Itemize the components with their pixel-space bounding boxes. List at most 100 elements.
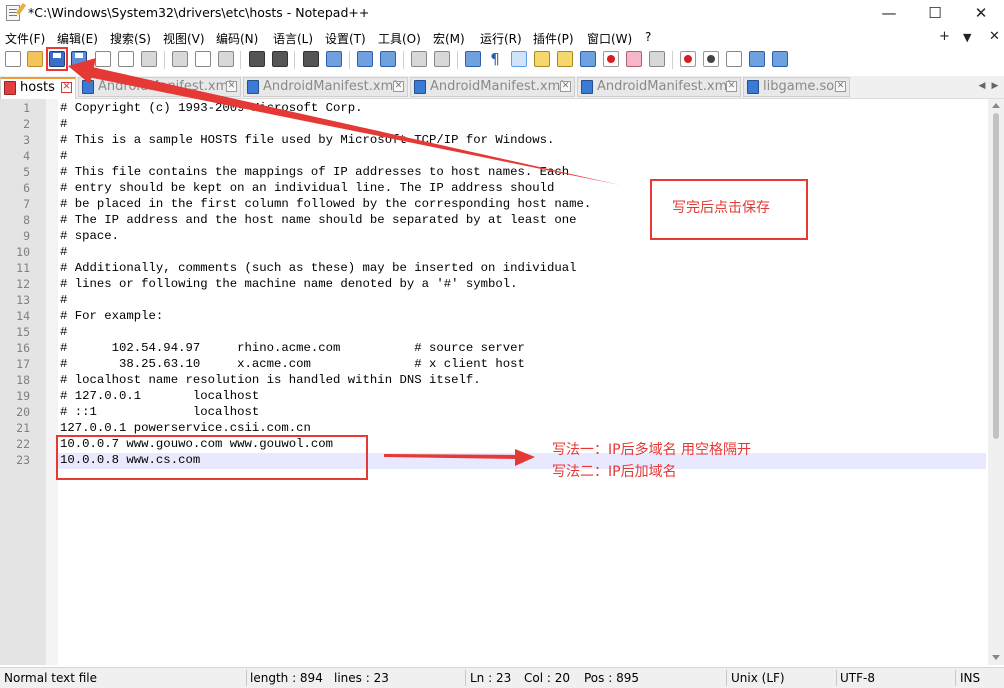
status-eol[interactable]: Unix (LF)	[731, 671, 785, 685]
record-macro-icon[interactable]	[680, 51, 696, 67]
minimize-button[interactable]: —	[866, 0, 912, 27]
user-language-icon[interactable]	[534, 51, 550, 67]
menu-help[interactable]: ?	[645, 30, 651, 44]
sync-vertical-icon[interactable]	[411, 51, 427, 67]
cut-icon[interactable]	[172, 51, 188, 67]
tab-close-icon[interactable]: ✕	[726, 81, 737, 92]
folder-workspace-icon[interactable]	[603, 51, 619, 67]
code-line[interactable]: # ::1 localhost	[60, 405, 259, 419]
play-macro-icon[interactable]	[726, 51, 742, 67]
code-line[interactable]: # be placed in the first column followed…	[60, 197, 591, 211]
fold-margin[interactable]	[46, 99, 58, 665]
status-encoding[interactable]: UTF-8	[840, 671, 875, 685]
replace-icon[interactable]	[326, 51, 342, 67]
menu-edit[interactable]: 编辑(E)	[57, 30, 98, 47]
code-line[interactable]: #	[60, 117, 67, 131]
paste-icon[interactable]	[218, 51, 234, 67]
menu-settings[interactable]: 设置(T)	[325, 30, 366, 47]
tab-hosts[interactable]: hosts ✕	[0, 77, 76, 99]
code-line[interactable]: #	[60, 149, 67, 163]
undo-icon[interactable]	[249, 51, 265, 67]
word-wrap-icon[interactable]	[465, 51, 481, 67]
code-line[interactable]: # Additionally, comments (such as these)…	[60, 261, 577, 275]
redo-icon[interactable]	[272, 51, 288, 67]
stop-record-icon[interactable]	[703, 51, 719, 67]
zoom-in-icon[interactable]	[357, 51, 373, 67]
tab-androidmanifest-3[interactable]: AndroidManifest.xml ✕	[410, 77, 575, 97]
code-line[interactable]: #	[60, 325, 67, 339]
menu-view[interactable]: 视图(V)	[163, 30, 205, 47]
editor-area[interactable]: 1 2 3 4 5 6 7 8 9 10 11 12 13 14 15 16 17 18 19 20 21 22 23 # …	[0, 99, 1004, 665]
indent-guide-icon[interactable]	[511, 51, 527, 67]
menu-plugins[interactable]: 插件(P)	[533, 30, 574, 47]
show-all-chars-icon[interactable]: ¶	[487, 51, 503, 67]
tab-libgame[interactable]: libgame.so ✕	[743, 77, 850, 97]
menu-macro[interactable]: 宏(M)	[433, 30, 465, 47]
save-macro-icon[interactable]	[772, 51, 788, 67]
status-position: Pos : 895	[584, 671, 639, 685]
new-file-icon[interactable]	[5, 51, 21, 67]
tab-close-icon[interactable]: ✕	[393, 81, 404, 92]
line-number: 18	[16, 373, 30, 387]
add-tab-button[interactable]: +	[939, 29, 950, 44]
tab-androidmanifest-1[interactable]: AndroidManifest.xml ✕	[78, 77, 241, 97]
code-line[interactable]: #	[60, 293, 67, 307]
menu-window[interactable]: 窗口(W)	[587, 30, 632, 47]
code-line[interactable]: # space.	[60, 229, 119, 243]
code-line[interactable]: # localhost name resolution is handled w…	[60, 373, 481, 387]
status-divider	[955, 670, 956, 686]
code-line[interactable]: # This file contains the mappings of IP …	[60, 165, 569, 179]
menu-search[interactable]: 搜索(S)	[110, 30, 151, 47]
run-macro-multiple-icon[interactable]	[749, 51, 765, 67]
code-line[interactable]: # The IP address and the host name shoul…	[60, 213, 577, 227]
close-document-button[interactable]: ✕	[989, 29, 1000, 44]
code-line[interactable]: # entry should be kept on an individual …	[60, 181, 554, 195]
save-all-icon[interactable]	[71, 51, 87, 67]
scroll-up-icon[interactable]	[992, 103, 1000, 108]
sync-horizontal-icon[interactable]	[434, 51, 450, 67]
scrollbar-thumb[interactable]	[993, 113, 999, 439]
code-line[interactable]: # 38.25.63.10 x.acme.com # x client host	[60, 357, 525, 371]
print-icon[interactable]	[141, 51, 157, 67]
status-insert-mode[interactable]: INS	[960, 671, 980, 685]
open-file-icon[interactable]	[27, 51, 43, 67]
close-all-icon[interactable]	[118, 51, 134, 67]
line-number: 3	[23, 133, 30, 147]
close-window-button[interactable]: ✕	[958, 0, 1004, 27]
doc-switcher-icon[interactable]	[626, 51, 642, 67]
code-line[interactable]: # lines or following the machine name de…	[60, 277, 518, 291]
code-line[interactable]: # This is a sample HOSTS file used by Mi…	[60, 133, 554, 147]
menu-encoding[interactable]: 编码(N)	[216, 30, 258, 47]
doc-map-icon[interactable]	[557, 51, 573, 67]
code-line[interactable]: #	[60, 245, 67, 259]
scroll-down-icon[interactable]	[992, 655, 1000, 660]
vertical-scrollbar[interactable]	[988, 99, 1004, 665]
maximize-button[interactable]: ☐	[912, 0, 958, 27]
menu-tools[interactable]: 工具(O)	[378, 30, 421, 47]
tab-close-icon[interactable]: ✕	[226, 81, 237, 92]
tab-androidmanifest-2[interactable]: AndroidManifest.xml ✕	[243, 77, 408, 97]
status-divider	[726, 670, 727, 686]
tab-close-icon[interactable]: ✕	[560, 81, 571, 92]
tab-list-dropdown[interactable]: ▼	[963, 31, 971, 44]
code-line[interactable]: 127.0.0.1 powerservice.csii.com.cn	[60, 421, 311, 435]
tab-androidmanifest-4[interactable]: AndroidManifest.xml ✕	[577, 77, 741, 97]
close-icon[interactable]	[95, 51, 111, 67]
copy-icon[interactable]	[195, 51, 211, 67]
code-line[interactable]: # For example:	[60, 309, 163, 323]
zoom-out-icon[interactable]	[380, 51, 396, 67]
monitoring-icon[interactable]	[649, 51, 665, 67]
code-line[interactable]: # Copyright (c) 1993-2009 Microsoft Corp…	[60, 101, 363, 115]
function-list-icon[interactable]	[580, 51, 596, 67]
find-icon[interactable]	[303, 51, 319, 67]
tab-close-icon[interactable]: ✕	[61, 82, 72, 93]
tab-close-icon[interactable]: ✕	[835, 81, 846, 92]
code-line[interactable]: # 127.0.0.1 localhost	[60, 389, 259, 403]
menu-language[interactable]: 语言(L)	[273, 30, 313, 47]
menu-file[interactable]: 文件(F)	[5, 30, 45, 47]
line-number: 6	[23, 181, 30, 195]
tab-scroll-left-icon[interactable]: ◀	[976, 79, 988, 93]
tab-scroll-right-icon[interactable]: ▶	[989, 79, 1001, 93]
menu-run[interactable]: 运行(R)	[480, 30, 522, 47]
code-line[interactable]: # 102.54.94.97 rhino.acme.com # source s…	[60, 341, 525, 355]
